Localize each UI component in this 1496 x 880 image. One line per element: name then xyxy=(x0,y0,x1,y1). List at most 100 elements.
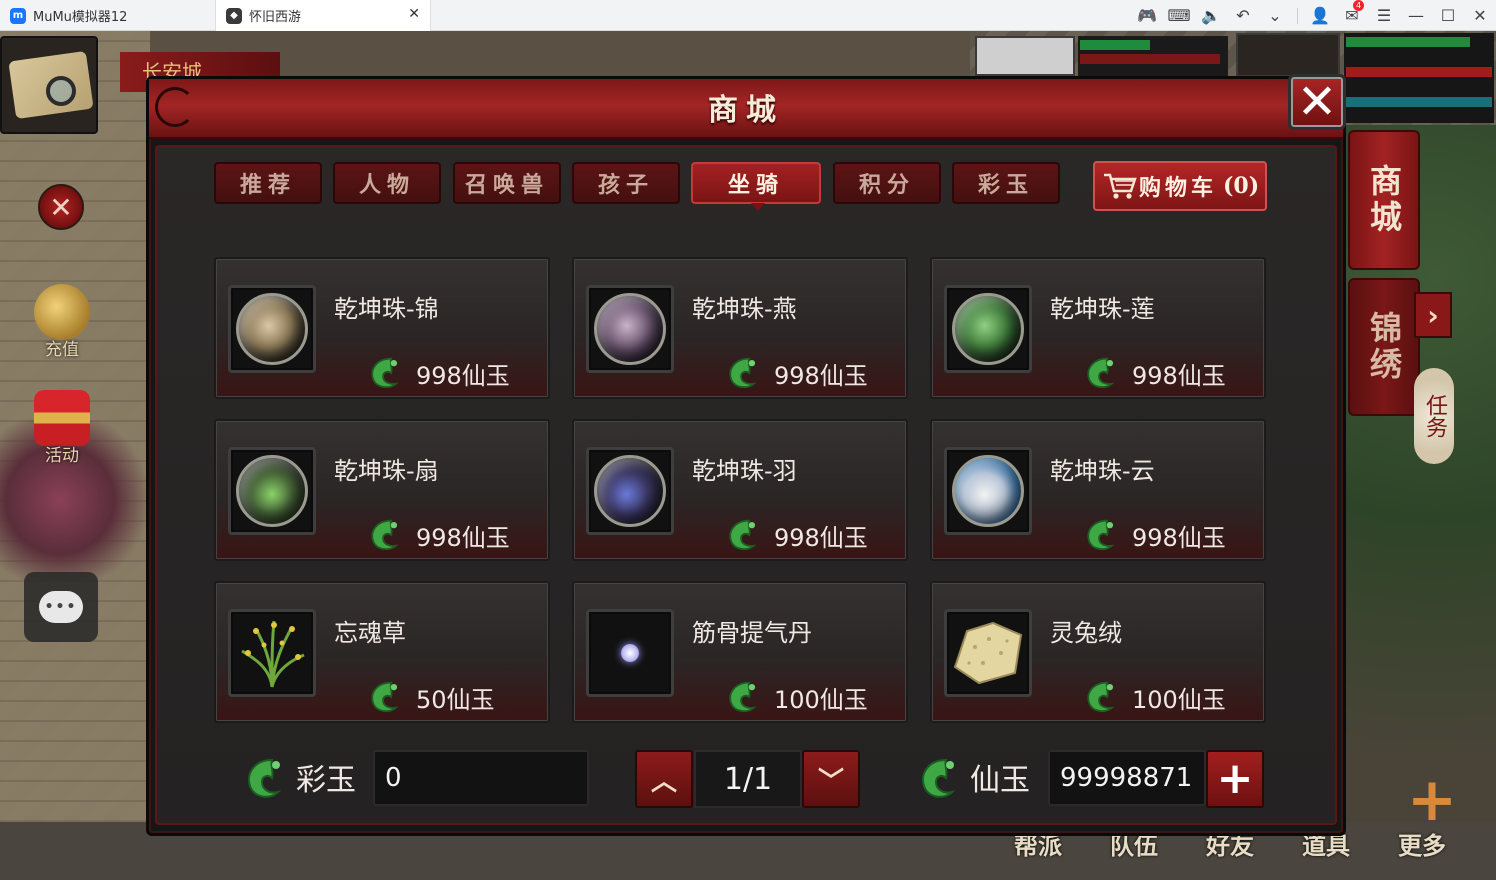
item-price-value: 998仙玉 xyxy=(774,523,868,552)
add-xianyu-button[interactable]: + xyxy=(1206,750,1264,808)
item-price: 50仙玉 xyxy=(366,679,495,715)
menu-icon[interactable]: ☰ xyxy=(1368,0,1400,31)
plus-icon: + xyxy=(1406,765,1458,835)
minimize-icon[interactable]: — xyxy=(1400,0,1432,31)
tab-label: 孩子 xyxy=(597,172,654,198)
shop-item-card[interactable]: 筋骨提气丹 100仙玉 xyxy=(572,581,908,723)
game-logo-icon: ◆ xyxy=(226,7,242,24)
tab-label: 彩玉 xyxy=(977,172,1034,198)
item-thumbnail[interactable] xyxy=(944,447,1032,535)
shop-item-card[interactable]: 乾坤珠-云 998仙玉 xyxy=(930,419,1266,561)
item-thumbnail[interactable] xyxy=(228,285,316,373)
tab-recommended[interactable]: 推荐 xyxy=(214,162,322,204)
event-label: 活动 xyxy=(45,446,79,466)
chevron-down-icon[interactable]: ⌄ xyxy=(1259,0,1291,31)
tab-label: 坐骑 xyxy=(727,172,784,198)
gift-icon xyxy=(34,390,90,446)
item-price-value: 998仙玉 xyxy=(416,523,510,552)
close-shop-button[interactable]: ✕ xyxy=(1288,74,1346,130)
fan-orb-icon xyxy=(236,455,308,527)
item-thumbnail[interactable] xyxy=(944,285,1032,373)
item-price: 998仙玉 xyxy=(724,517,868,553)
item-thumbnail[interactable] xyxy=(586,285,674,373)
recharge-button[interactable]: 充值 xyxy=(24,284,100,360)
shop-item-card[interactable]: 乾坤珠-莲 998仙玉 xyxy=(930,257,1266,399)
side-tab-shop-label: 商城 xyxy=(1365,164,1403,236)
page-up-button[interactable]: ︿ xyxy=(635,750,693,808)
caiyu-label: 彩玉 xyxy=(296,763,356,798)
tab-points[interactable]: 积分 xyxy=(833,162,941,204)
maximize-icon[interactable]: ☐ xyxy=(1432,0,1464,31)
item-thumbnail[interactable] xyxy=(228,447,316,535)
tab-caiyu[interactable]: 彩玉 xyxy=(952,162,1060,204)
event-button[interactable]: 活动 xyxy=(24,390,100,466)
task-button[interactable]: 任务 xyxy=(1414,368,1454,464)
close-menu-button[interactable]: ✕ xyxy=(38,184,84,230)
shop-item-card[interactable]: 乾坤珠-燕 998仙玉 xyxy=(572,257,908,399)
pet-portrait[interactable] xyxy=(975,36,1075,76)
item-thumbnail[interactable] xyxy=(228,609,316,697)
tab-children[interactable]: 孩子 xyxy=(572,162,680,204)
shopping-cart-button[interactable]: 购物车 (0) xyxy=(1093,161,1267,211)
app-tab[interactable]: m MuMu模拟器12 xyxy=(0,0,212,31)
side-tab-brocade-label: 锦绣 xyxy=(1365,311,1403,383)
jade-currency-icon xyxy=(1087,519,1115,551)
item-price: 998仙玉 xyxy=(724,355,868,391)
game-tab[interactable]: ◆ 怀旧西游 ✕ xyxy=(215,0,431,31)
tab-character[interactable]: 人物 xyxy=(333,162,441,204)
task-label: 任务 xyxy=(1422,394,1447,438)
player-mp-bar xyxy=(1346,67,1492,77)
jade-currency-icon xyxy=(371,681,399,713)
back-icon[interactable]: ↶ xyxy=(1227,0,1259,31)
shop-item-card[interactable]: 乾坤珠-羽 998仙玉 xyxy=(572,419,908,561)
mail-badge: 4 xyxy=(1353,0,1364,11)
keyboard-icon[interactable]: ⌨ xyxy=(1163,0,1195,31)
magnifier-icon xyxy=(46,76,76,106)
close-tab-icon[interactable]: ✕ xyxy=(408,6,420,22)
item-thumbnail[interactable] xyxy=(586,447,674,535)
world-map-button[interactable] xyxy=(0,36,98,134)
shop-item-card[interactable]: 乾坤珠-锦 998仙玉 xyxy=(214,257,550,399)
shop-item-card[interactable]: 忘魂草 50仙玉 xyxy=(214,581,550,723)
item-name: 乾坤珠-锦 xyxy=(334,295,439,323)
side-tab-brocade[interactable]: 锦绣 xyxy=(1348,278,1420,416)
item-price-value: 998仙玉 xyxy=(1132,523,1226,552)
tab-label: 召唤兽 xyxy=(464,172,549,198)
xianyu-balance-field: 99998871 xyxy=(1048,750,1206,806)
user-icon[interactable]: 👤 xyxy=(1304,0,1336,31)
player-exp-bar xyxy=(1346,97,1492,107)
expand-arrow-icon[interactable]: › xyxy=(1414,292,1452,338)
xianyu-jade-icon xyxy=(922,758,956,798)
shop-item-card[interactable]: 乾坤珠-扇 998仙玉 xyxy=(214,419,550,561)
item-price-value: 998仙玉 xyxy=(774,361,868,390)
side-tab-shop[interactable]: 商城 xyxy=(1348,130,1420,270)
emulator-titlebar: m MuMu模拟器12 ◆ 怀旧西游 ✕ 🎮 ⌨ 🔈 ↶ ⌄ 👤 ✉ 4 ☰ — … xyxy=(0,0,1496,31)
item-thumbnail[interactable] xyxy=(586,609,674,697)
cart-icon xyxy=(1104,173,1137,199)
item-thumbnail[interactable] xyxy=(944,609,1032,697)
pet-status-bars xyxy=(1078,36,1228,76)
titlebar-toolbar: 🎮 ⌨ 🔈 ↶ ⌄ 👤 ✉ 4 ☰ — ☐ ✕ xyxy=(1131,0,1496,31)
game-tab-label: 怀旧西游 xyxy=(249,10,302,25)
volume-icon[interactable]: 🔈 xyxy=(1195,0,1227,31)
shop-item-card[interactable]: 灵兔绒 100仙玉 xyxy=(930,581,1266,723)
tab-summon[interactable]: 召唤兽 xyxy=(453,162,561,204)
carpet-orb-icon xyxy=(236,293,308,365)
item-price: 998仙玉 xyxy=(366,517,510,553)
tab-mounts[interactable]: 坐骑 xyxy=(691,162,821,211)
jade-currency-icon xyxy=(371,357,399,389)
gamepad-icon[interactable]: 🎮 xyxy=(1131,0,1163,31)
coins-icon xyxy=(34,284,90,340)
player-portrait[interactable] xyxy=(1236,33,1340,77)
pet-mp-bar xyxy=(1080,54,1220,64)
item-name: 乾坤珠-燕 xyxy=(692,295,797,323)
item-name: 灵兔绒 xyxy=(1050,619,1122,647)
jade-currency-icon xyxy=(1087,681,1115,713)
jade-currency-icon xyxy=(729,357,757,389)
item-price: 100仙玉 xyxy=(724,679,868,715)
chat-button[interactable]: ••• xyxy=(24,572,98,642)
item-price-value: 998仙玉 xyxy=(1132,361,1226,390)
close-window-icon[interactable]: ✕ xyxy=(1464,0,1496,31)
mail-icon[interactable]: ✉ 4 xyxy=(1336,0,1368,31)
page-down-button[interactable]: ﹀ xyxy=(802,750,860,808)
